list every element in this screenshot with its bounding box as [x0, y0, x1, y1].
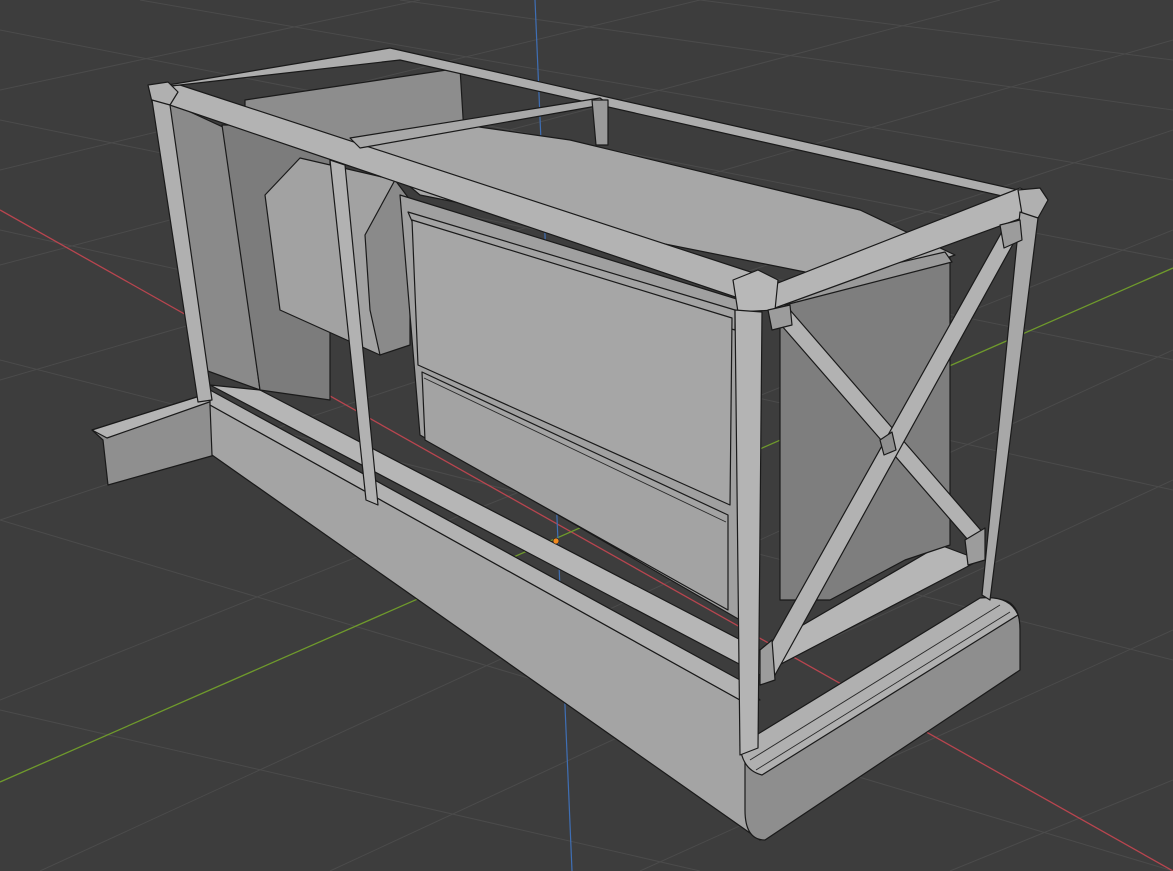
- post-front-right: [734, 309, 763, 756]
- brace-gusset-bottom-left: [759, 639, 776, 686]
- main-box-end: [779, 257, 951, 601]
- viewport-scene[interactable]: [0, 0, 1173, 871]
- 3d-viewport[interactable]: [0, 0, 1173, 871]
- mesh-object[interactable]: [91, 47, 1049, 841]
- ledge-plate: [91, 395, 216, 486]
- object-origin-dot: [552, 537, 560, 545]
- brace-gusset-top-left: [767, 304, 793, 331]
- frame-back-stub: [591, 99, 609, 146]
